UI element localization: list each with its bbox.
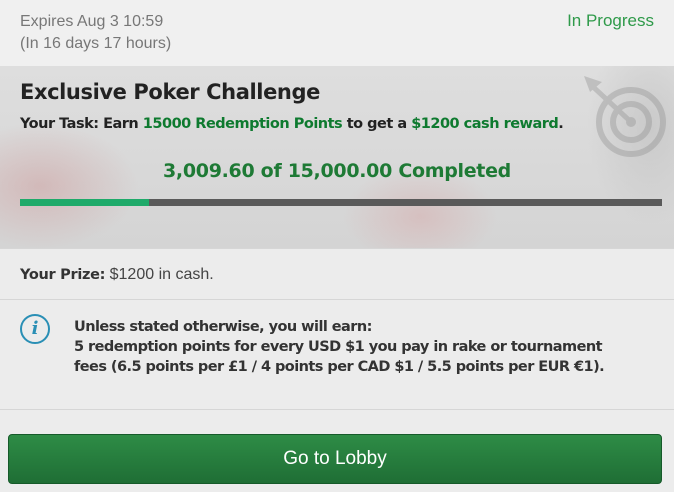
status-label: In Progress bbox=[567, 11, 654, 30]
expiry-info: Expires Aug 3 10:59 (In 16 days 17 hours… bbox=[20, 11, 171, 55]
challenge-header: Expires Aug 3 10:59 (In 16 days 17 hours… bbox=[0, 0, 674, 66]
task-suffix: . bbox=[558, 116, 564, 132]
progress-bar bbox=[20, 199, 662, 206]
challenge-title: Exclusive Poker Challenge bbox=[20, 80, 320, 104]
info-icon: i bbox=[20, 314, 50, 344]
info-line-1: Unless stated otherwise, you will earn: bbox=[74, 319, 372, 335]
expiry-date: Expires Aug 3 10:59 bbox=[20, 13, 164, 30]
prize-row: Your Prize: $1200 in cash. bbox=[0, 248, 674, 300]
task-middle: to get a bbox=[342, 116, 412, 132]
go-to-lobby-button[interactable]: Go to Lobby bbox=[8, 434, 662, 484]
prize-value: $1200 in cash. bbox=[105, 266, 214, 283]
progress-text: 3,009.60 of 15,000.00 Completed bbox=[163, 160, 511, 182]
challenge-panel: Exclusive Poker Challenge Your Task: Ear… bbox=[0, 66, 674, 248]
info-section: i Unless stated otherwise, you will earn… bbox=[0, 300, 674, 410]
task-reward: $1200 cash reward bbox=[411, 116, 559, 132]
expiry-remaining: (In 16 days 17 hours) bbox=[20, 35, 172, 52]
info-text: Unless stated otherwise, you will earn: … bbox=[74, 317, 668, 377]
task-prefix: Your Task: Earn bbox=[20, 116, 143, 132]
progress-bar-fill bbox=[20, 199, 149, 206]
prize-label: Your Prize: bbox=[20, 267, 106, 283]
challenge-task: Your Task: Earn 15000 Redemption Points … bbox=[20, 116, 564, 132]
target-icon bbox=[584, 76, 666, 157]
prize-text: Your Prize: $1200 in cash. bbox=[20, 266, 214, 284]
info-line-3: fees (6.5 points per £1 / 4 points per C… bbox=[74, 359, 605, 375]
info-line-2: 5 redemption points for every USD $1 you… bbox=[74, 339, 603, 355]
task-points: 15000 Redemption Points bbox=[142, 116, 343, 132]
